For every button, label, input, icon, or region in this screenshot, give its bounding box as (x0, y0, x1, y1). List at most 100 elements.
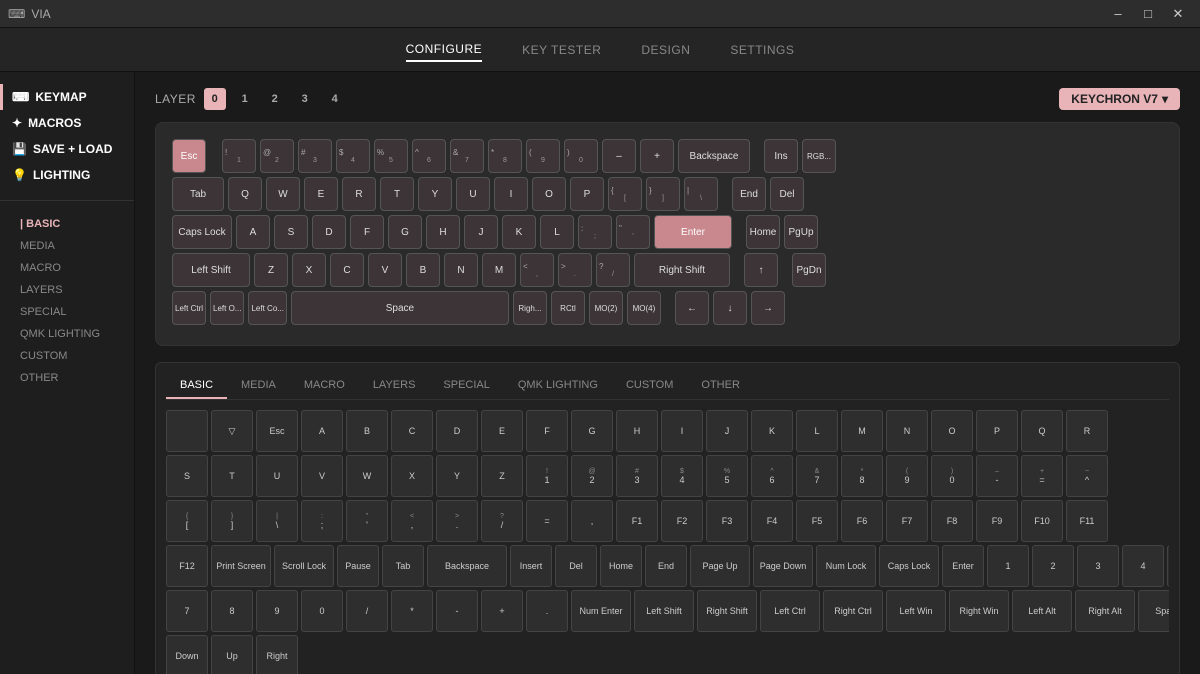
grid-key-pgup-g[interactable]: Page Up (690, 545, 750, 587)
layer-btn-0[interactable]: 0 (204, 88, 226, 110)
key-mo4[interactable]: MO(4) (627, 291, 661, 325)
grid-key-rparen[interactable]: )0 (931, 455, 973, 497)
key-y[interactable]: Y (418, 177, 452, 211)
grid-key-lparen[interactable]: (9 (886, 455, 928, 497)
close-button[interactable]: ✕ (1164, 0, 1192, 28)
minimize-button[interactable]: – (1104, 0, 1132, 28)
key-i[interactable]: I (494, 177, 528, 211)
key-space[interactable]: Space (291, 291, 509, 325)
key-d[interactable]: D (312, 215, 346, 249)
nav-key-tester[interactable]: KEY TESTER (522, 39, 601, 61)
key-g[interactable]: G (388, 215, 422, 249)
grid-key-rbrace[interactable]: }] (211, 500, 253, 542)
key-j[interactable]: J (464, 215, 498, 249)
grid-key-pct[interactable]: %5 (706, 455, 748, 497)
grid-key-del-g[interactable]: Del (555, 545, 597, 587)
key-pgdn[interactable]: PgDn (792, 253, 826, 287)
key-w[interactable]: W (266, 177, 300, 211)
grid-key-y[interactable]: Y (436, 455, 478, 497)
grid-key-d[interactable]: D (436, 410, 478, 452)
key-n[interactable]: N (444, 253, 478, 287)
grid-key-g[interactable]: G (571, 410, 613, 452)
grid-key-lalt[interactable]: Left Alt (1012, 590, 1072, 632)
key-q[interactable]: Q (228, 177, 262, 211)
grid-key-colon[interactable]: :; (301, 500, 343, 542)
grid-key-capslk[interactable]: Caps Lock (879, 545, 939, 587)
grid-key-tab-g[interactable]: Tab (382, 545, 424, 587)
grid-key-space-g[interactable]: Space (1138, 590, 1169, 632)
key-s[interactable]: S (274, 215, 308, 249)
grid-key-star[interactable]: *8 (841, 455, 883, 497)
key-1[interactable]: !1 (222, 139, 256, 173)
ks-tab-layers[interactable]: LAYERS (359, 373, 430, 399)
grid-key-enter-g[interactable]: Enter (942, 545, 984, 587)
grid-key-dquote[interactable]: "' (346, 500, 388, 542)
grid-key-empty[interactable] (166, 410, 208, 452)
grid-key-e[interactable]: E (481, 410, 523, 452)
grid-key-c[interactable]: C (391, 410, 433, 452)
grid-key-eql[interactable]: += (1021, 455, 1063, 497)
key-comma[interactable]: <, (520, 253, 554, 287)
grid-key-pause[interactable]: Pause (337, 545, 379, 587)
grid-key-x[interactable]: X (391, 455, 433, 497)
sidebar-key-media[interactable]: MEDIA (0, 235, 134, 257)
layer-btn-1[interactable]: 1 (234, 88, 256, 110)
grid-key-pipe[interactable]: |\ (256, 500, 298, 542)
grid-key-dollar[interactable]: $4 (661, 455, 703, 497)
grid-key-up[interactable]: Up (211, 635, 253, 674)
grid-key-scrlk[interactable]: Scroll Lock (274, 545, 334, 587)
grid-key-numdot[interactable]: . (526, 590, 568, 632)
grid-key-q[interactable]: Q (1021, 410, 1063, 452)
key-x[interactable]: X (292, 253, 326, 287)
key-h[interactable]: H (426, 215, 460, 249)
key-ins[interactable]: Ins (764, 139, 798, 173)
key-o[interactable]: O (532, 177, 566, 211)
grid-key-esc[interactable]: Esc (256, 410, 298, 452)
grid-key-amp[interactable]: &7 (796, 455, 838, 497)
ks-tab-basic[interactable]: BASIC (166, 373, 227, 399)
key-esc[interactable]: Esc (172, 139, 206, 173)
key-left-os[interactable]: Left O... (210, 291, 244, 325)
key-c[interactable]: C (330, 253, 364, 287)
key-z[interactable]: Z (254, 253, 288, 287)
key-pgup[interactable]: PgUp (784, 215, 818, 249)
grid-key-z[interactable]: Z (481, 455, 523, 497)
grid-key-excl[interactable]: !1 (526, 455, 568, 497)
grid-key-f4[interactable]: F4 (751, 500, 793, 542)
grid-key-n[interactable]: N (886, 410, 928, 452)
grid-key-numplus[interactable]: + (481, 590, 523, 632)
key-left-shift[interactable]: Left Shift (172, 253, 250, 287)
layer-btn-2[interactable]: 2 (264, 88, 286, 110)
grid-key-l[interactable]: L (796, 410, 838, 452)
key-del[interactable]: Del (770, 177, 804, 211)
grid-key-f12[interactable]: F12 (166, 545, 208, 587)
ks-tab-media[interactable]: MEDIA (227, 373, 290, 399)
grid-key-ins[interactable]: Insert (510, 545, 552, 587)
keyboard-selector-button[interactable]: KEYCHRON V7 ▾ (1059, 88, 1180, 110)
grid-key-rwin[interactable]: Right Win (949, 590, 1009, 632)
grid-key-bksp[interactable]: Backspace (427, 545, 507, 587)
key-backspace[interactable]: Backspace (678, 139, 750, 173)
grid-key-num5[interactable]: 5 (1167, 545, 1169, 587)
grid-key-o[interactable]: O (931, 410, 973, 452)
sidebar-key-other[interactable]: OTHER (0, 367, 134, 389)
maximize-button[interactable]: □ (1134, 0, 1162, 28)
grid-key-ralt[interactable]: Right Alt (1075, 590, 1135, 632)
grid-key-lctrl[interactable]: Left Ctrl (760, 590, 820, 632)
key-4[interactable]: $4 (336, 139, 370, 173)
grid-key-equals[interactable]: = (526, 500, 568, 542)
grid-key-lbrace[interactable]: {[ (166, 500, 208, 542)
key-5[interactable]: %5 (374, 139, 408, 173)
grid-key-f6[interactable]: F6 (841, 500, 883, 542)
key-arrow-right[interactable]: → (751, 291, 785, 325)
grid-key-b[interactable]: B (346, 410, 388, 452)
sidebar-item-keymap[interactable]: ⌨ KEYMAP (0, 84, 134, 110)
key-p[interactable]: P (570, 177, 604, 211)
grid-key-f2[interactable]: F2 (661, 500, 703, 542)
key-backslash[interactable]: |\ (684, 177, 718, 211)
key-left-ctrl[interactable]: Left Ctrl (172, 291, 206, 325)
grid-key-num2[interactable]: 2 (1032, 545, 1074, 587)
grid-key-f7[interactable]: F7 (886, 500, 928, 542)
key-arrow-up[interactable]: ↑ (744, 253, 778, 287)
grid-key-f3[interactable]: F3 (706, 500, 748, 542)
